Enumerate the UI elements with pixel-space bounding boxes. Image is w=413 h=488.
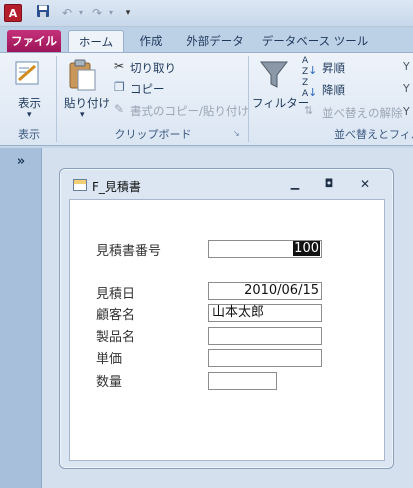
estimate-number-value: 100 <box>293 241 320 256</box>
minimize-button[interactable]: ▁ <box>285 176 305 192</box>
tab-file[interactable]: ファイル <box>7 30 61 52</box>
paste-button-label[interactable]: 貼り付け <box>64 95 110 111</box>
estimate-number-label: 見積書番号 <box>96 244 162 259</box>
format-painter-button: 書式のコピー/貼り付け <box>130 104 249 118</box>
cut-button[interactable]: 切り取り <box>130 60 176 76</box>
form-title: F_見積書 <box>92 180 141 194</box>
quantity-field[interactable] <box>208 372 277 390</box>
product-name-label: 製品名 <box>96 330 136 345</box>
close-button[interactable]: ✕ <box>355 176 375 192</box>
format-painter-icon: ✎ <box>114 102 125 116</box>
copy-button[interactable]: コピー <box>130 81 165 97</box>
cut-icon[interactable]: ✂ <box>114 59 124 73</box>
ribbon-tabs: ファイル ホーム 作成 外部データ データベース ツール <box>0 27 413 52</box>
restore-button[interactable]: ◘ <box>319 176 339 192</box>
sort-descending-button[interactable]: 降順 <box>322 82 345 98</box>
advanced-filter-icon[interactable]: Y <box>403 82 410 95</box>
tab-home[interactable]: ホーム <box>68 30 124 52</box>
estimate-date-field[interactable]: 2010/06/15 <box>208 282 322 300</box>
toggle-filter-icon[interactable]: Y <box>403 105 410 118</box>
quantity-label: 数量 <box>96 375 123 390</box>
paste-dropdown-icon[interactable]: ▾ <box>80 110 85 120</box>
estimate-date-label: 見積日 <box>96 287 136 302</box>
clear-sort-button: 並べ替えの解除 <box>322 106 403 120</box>
redo-icon[interactable]: ↷ <box>88 4 106 22</box>
form-icon <box>73 179 87 191</box>
view-group-label: 表示 <box>18 128 40 141</box>
view-button-label[interactable]: 表示 <box>18 95 41 111</box>
redo-dropdown-icon[interactable]: ▾ <box>106 4 116 22</box>
customer-name-field[interactable]: 山本太郎 <box>208 304 322 322</box>
clear-sort-icon: ⇅ <box>304 104 314 117</box>
tab-database-tools[interactable]: データベース ツール <box>260 30 370 52</box>
navigation-pane <box>0 148 42 488</box>
selection-filter-icon[interactable]: Y <box>403 60 410 73</box>
customize-toolbar-icon[interactable]: ▾ <box>122 4 134 22</box>
customer-name-label: 顧客名 <box>96 308 136 323</box>
filter-button-label[interactable]: フィルター <box>252 95 309 111</box>
quick-access-toolbar: A ↶ ▾ ↷ ▾ ▾ <box>0 0 413 27</box>
undo-icon[interactable]: ↶ <box>58 4 76 22</box>
ribbon-separator <box>56 56 57 142</box>
tab-create[interactable]: 作成 <box>128 30 174 52</box>
sort-filter-group-label: 並べ替えとフィルタ <box>334 128 413 141</box>
clipboard-group-label: クリップボード <box>114 128 192 141</box>
view-icon[interactable] <box>13 58 45 92</box>
undo-dropdown-icon[interactable]: ▾ <box>76 4 86 22</box>
access-logo-icon[interactable]: A <box>4 4 22 22</box>
save-icon[interactable] <box>34 4 52 22</box>
nav-pane-toggle-button[interactable]: » <box>8 152 34 172</box>
unit-price-label: 単価 <box>96 352 123 367</box>
sort-ascending-button[interactable]: 昇順 <box>322 60 345 76</box>
estimate-number-field[interactable]: 100 <box>208 240 322 258</box>
sort-descending-icon[interactable]: Z A↓ <box>302 79 317 99</box>
unit-price-field[interactable] <box>208 349 322 367</box>
ribbon-separator <box>248 56 249 142</box>
paste-icon[interactable] <box>66 58 98 92</box>
product-name-field[interactable] <box>208 327 322 345</box>
sort-ascending-icon[interactable]: A Z↓ <box>302 57 317 77</box>
view-dropdown-icon[interactable]: ▾ <box>27 110 32 120</box>
tab-external-data[interactable]: 外部データ <box>180 30 250 52</box>
clipboard-launcher-icon[interactable]: ↘ <box>233 129 240 138</box>
filter-icon[interactable] <box>258 58 290 92</box>
copy-icon[interactable]: ❐ <box>114 80 125 94</box>
